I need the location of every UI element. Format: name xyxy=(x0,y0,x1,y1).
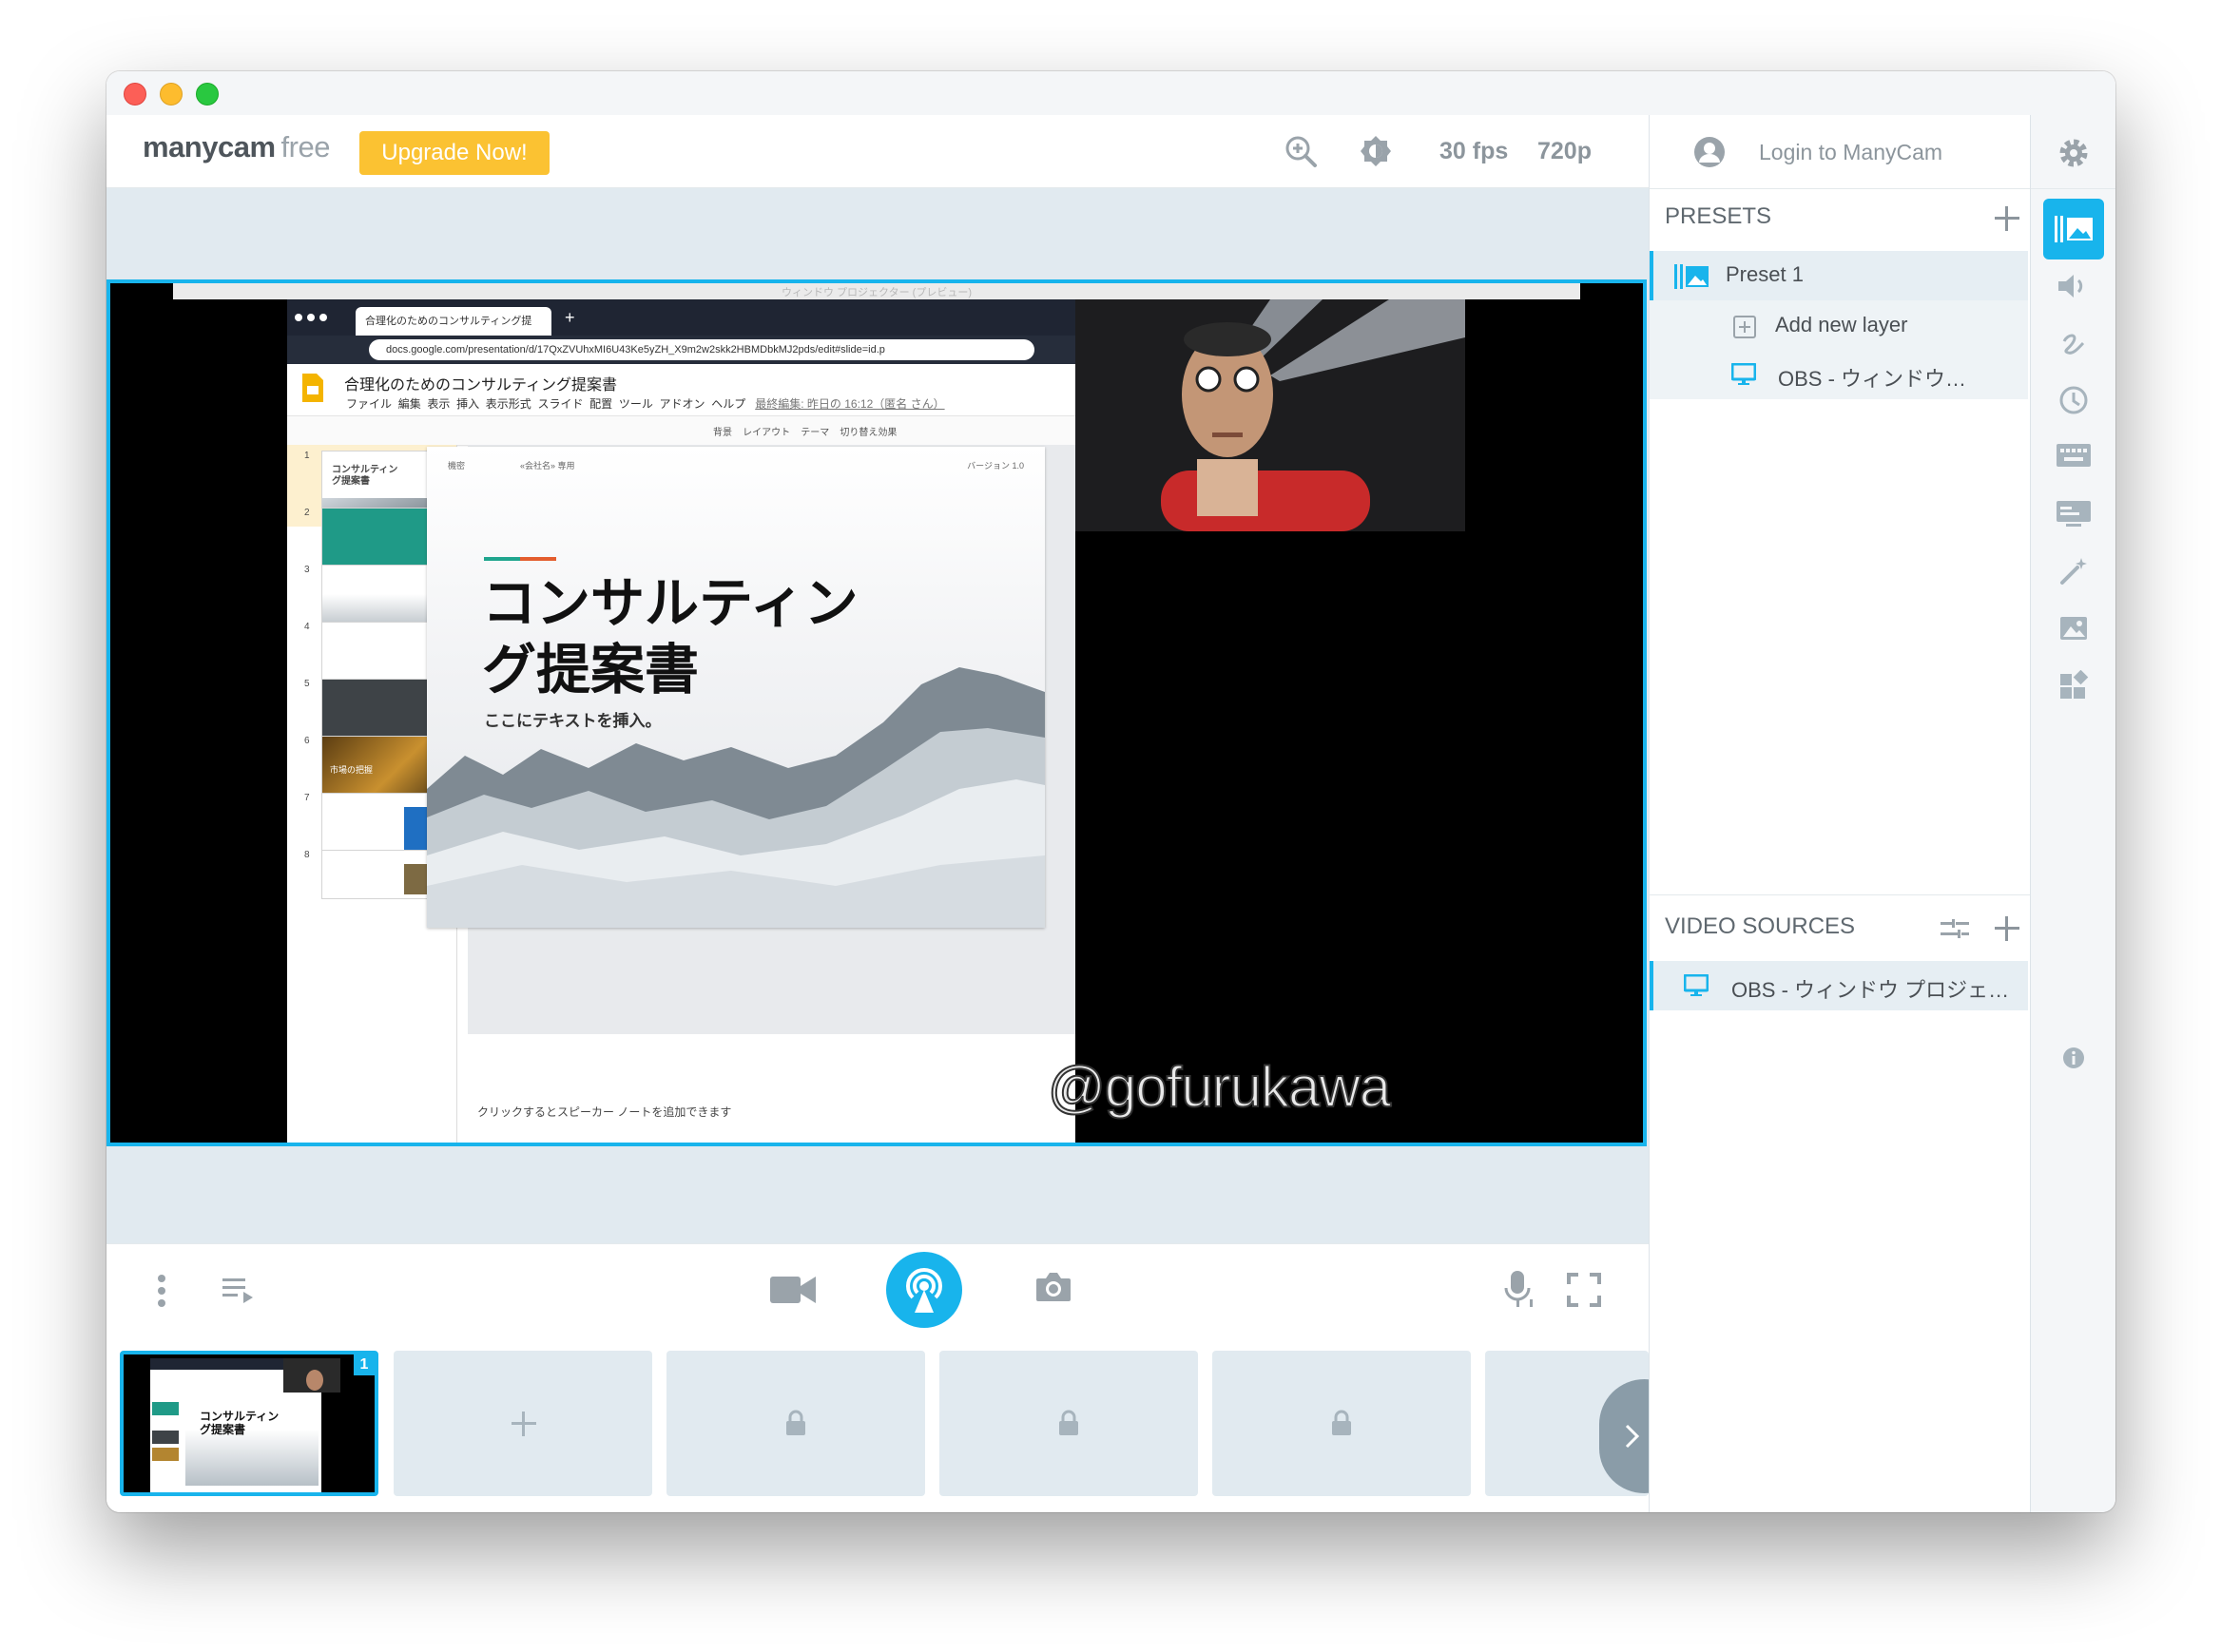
broadcast-button[interactable] xyxy=(886,1252,962,1328)
minimize-window-button[interactable] xyxy=(160,83,183,106)
icon-rail xyxy=(2030,115,2115,1512)
video-source-item[interactable]: OBS - ウィンドウ プロジェ… xyxy=(1650,961,2028,1010)
playlist-icon[interactable] xyxy=(222,1277,255,1305)
settings-area xyxy=(2031,115,2115,189)
snapshot-camera-icon[interactable] xyxy=(1034,1271,1072,1303)
fullscreen-icon[interactable] xyxy=(1567,1273,1601,1307)
image-icon xyxy=(2060,617,2087,640)
locked-scene-slot[interactable] xyxy=(1212,1351,1471,1496)
magic-wand-icon xyxy=(2060,558,2087,585)
monitor-icon xyxy=(1684,974,1709,996)
preset-icon xyxy=(1674,264,1709,289)
presets-icon xyxy=(2055,216,2093,242)
projector-title: ウィンドウ プロジェクター (プレビュー) xyxy=(782,287,972,298)
lower-thirds-tab[interactable] xyxy=(2043,427,2104,488)
widgets-icon xyxy=(2060,670,2089,699)
more-options-icon[interactable] xyxy=(156,1274,167,1308)
audio-tab[interactable] xyxy=(2043,256,2104,317)
layer-name: OBS - ウィンドウ… xyxy=(1778,367,1967,391)
right-panel: Login to ManyCam PRESETS Preset 1 Add ne… xyxy=(1649,115,2031,1512)
doc-toolbar: 背景 レイアウト テーマ 切り替え効果 xyxy=(287,415,1075,446)
video-source-name: OBS - ウィンドウ プロジェ… xyxy=(1731,978,2010,1002)
user-watermark: @gofurukawa xyxy=(1047,1054,1392,1120)
manycam-logo: manycam free xyxy=(143,130,330,163)
title-bar xyxy=(106,71,2115,115)
clock-icon xyxy=(2059,386,2088,414)
screen-tab[interactable] xyxy=(2043,484,2104,545)
fps-selector[interactable]: 30 fps xyxy=(1439,138,1508,165)
add-source-icon[interactable] xyxy=(1995,916,2019,941)
browser-tab: 合理化のためのコンサルティング提 xyxy=(356,307,551,336)
source-settings-icon[interactable] xyxy=(1941,919,1969,938)
keyboard-icon xyxy=(2057,444,2091,467)
stage-area: ウィンドウ プロジェクター (プレビュー) 合理化のためのコンサルティング提 +… xyxy=(106,188,1649,1243)
lock-icon xyxy=(1059,1410,1078,1435)
captured-browser: 合理化のためのコンサルティング提 + docs.google.com/prese… xyxy=(287,299,1075,1143)
controls-bar xyxy=(106,1243,1649,1335)
preset-name: Preset 1 xyxy=(1726,262,1804,286)
locked-scene-slot[interactable] xyxy=(666,1351,925,1496)
browser-address-bar: docs.google.com/presentation/d/17QxZVUhx… xyxy=(287,336,1075,364)
webcam-overlay xyxy=(1075,299,1465,531)
speaker-icon xyxy=(2058,275,2083,298)
presets-tab[interactable] xyxy=(2043,199,2104,259)
video-sources-title: VIDEO SOURCES xyxy=(1665,913,1856,939)
scene-slot-active[interactable]: コンサルティン グ提案書 1 xyxy=(120,1351,378,1496)
slide-main: 機密 «会社名» 専用 バージョン 1.0 コンサルティン グ提案書 ここにテキス… xyxy=(427,447,1045,928)
lock-icon xyxy=(1332,1410,1351,1435)
gear-icon[interactable] xyxy=(2057,136,2091,170)
zoom-in-icon[interactable] xyxy=(1284,134,1318,168)
projector-titlebar: ウィンドウ プロジェクター (プレビュー) xyxy=(173,283,1580,299)
schedule-tab[interactable] xyxy=(2043,370,2104,431)
brightness-icon[interactable] xyxy=(1359,134,1393,168)
top-header: manycam free Upgrade Now! 30 fps 720p xyxy=(106,115,1649,188)
speaker-notes: クリックするとスピーカー ノートを追加できます xyxy=(477,1105,732,1119)
browser-tab-strip: 合理化のためのコンサルティング提 + xyxy=(287,299,1075,336)
watermark-faint: manycam xyxy=(719,1034,893,1079)
login-area[interactable]: Login to ManyCam xyxy=(1650,115,2031,189)
zoom-window-button[interactable] xyxy=(196,83,219,106)
resolution-selector[interactable]: 720p xyxy=(1537,138,1592,165)
add-layer-icon xyxy=(1733,316,1756,338)
lock-icon xyxy=(786,1410,805,1435)
broadcast-icon xyxy=(906,1267,942,1313)
plus-icon xyxy=(512,1412,536,1436)
user-avatar-icon xyxy=(1694,137,1725,167)
info-icon[interactable] xyxy=(2062,1047,2085,1069)
main-preview[interactable]: ウィンドウ プロジェクター (プレビュー) 合理化のためのコンサルティング提 +… xyxy=(106,279,1647,1146)
record-video-icon[interactable] xyxy=(770,1275,816,1305)
monitor-icon xyxy=(1731,363,1756,385)
slides-logo-icon xyxy=(302,374,323,402)
scene-tray: コンサルティン グ提案書 1 xyxy=(106,1335,1649,1512)
chevron-right-icon xyxy=(1625,1424,1640,1449)
close-window-button[interactable] xyxy=(124,83,146,106)
screen-icon xyxy=(2057,501,2091,527)
browser-url: docs.google.com/presentation/d/17QxZVUhx… xyxy=(369,339,1034,360)
add-layer-row[interactable]: Add new layer xyxy=(1650,300,2028,350)
slot-number-badge: 1 xyxy=(354,1354,375,1375)
widgets-tab[interactable] xyxy=(2043,655,2104,716)
doc-menu: ファイル 編集 表示 挿入 表示形式 スライド 配置 ツール アドオン ヘルプ … xyxy=(346,397,945,411)
images-tab[interactable] xyxy=(2043,598,2104,659)
preset-item[interactable]: Preset 1 xyxy=(1650,251,2028,300)
manycam-window: manycam free Upgrade Now! 30 fps 720p ウィン… xyxy=(106,71,2115,1512)
layer-item[interactable]: OBS - ウィンドウ… xyxy=(1650,350,2028,399)
draw-tab[interactable] xyxy=(2043,313,2104,374)
login-label[interactable]: Login to ManyCam xyxy=(1759,140,1942,165)
add-preset-icon[interactable] xyxy=(1995,206,2019,231)
add-layer-label: Add new layer xyxy=(1775,313,1908,336)
mountain-image xyxy=(427,667,1045,928)
upgrade-button[interactable]: Upgrade Now! xyxy=(359,131,550,175)
add-scene-slot[interactable] xyxy=(394,1351,652,1496)
locked-scene-slot[interactable] xyxy=(939,1351,1198,1496)
new-tab-icon: + xyxy=(565,308,575,327)
microphone-icon[interactable] xyxy=(1502,1271,1535,1309)
effects-tab[interactable] xyxy=(2043,541,2104,602)
presets-title: PRESETS xyxy=(1665,203,1772,229)
doc-title: 合理化のためのコンサルティング提案書 xyxy=(344,377,618,394)
draw-icon xyxy=(2062,334,2085,355)
